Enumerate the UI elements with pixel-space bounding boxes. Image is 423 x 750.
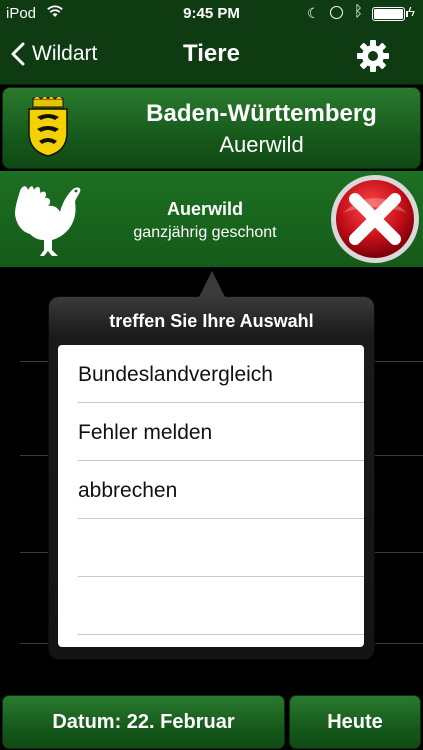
- action-popover: treffen Sie Ihre Auswahl Bundeslandvergl…: [49, 271, 374, 659]
- popover-options: Bundeslandvergleich Fehler melden abbrec…: [58, 345, 364, 647]
- battery-fill: [374, 9, 404, 19]
- do-not-disturb-icon: ☾: [307, 5, 320, 21]
- status-bar: iPod 9:45 PM ☾ ᛒ ϟ: [0, 0, 423, 28]
- option-empty: [78, 519, 364, 577]
- option-bundeslandvergleich[interactable]: Bundeslandvergleich: [78, 345, 364, 403]
- popover-arrow: [199, 271, 225, 297]
- charging-icon: ϟ: [408, 4, 415, 19]
- bluetooth-icon: ᛒ: [354, 3, 364, 20]
- popover-title: treffen Sie Ihre Auswahl: [109, 311, 314, 331]
- today-button[interactable]: Heute: [289, 695, 421, 749]
- battery-icon: [372, 7, 408, 21]
- date-button[interactable]: Datum: 22. Februar: [2, 695, 285, 749]
- option-empty: [78, 577, 364, 635]
- option-fehler-melden[interactable]: Fehler melden: [78, 403, 364, 461]
- coat-of-arms-icon: [28, 97, 68, 157]
- animal-panel: Auerwild ganzjährig geschont: [0, 171, 423, 267]
- state-name: Baden-Württemberg: [146, 100, 377, 127]
- animal-name: Auerwild: [166, 199, 243, 219]
- rotation-lock-icon: [330, 6, 343, 19]
- capercaillie-icon: [15, 186, 81, 256]
- close-icon[interactable]: [329, 173, 421, 265]
- gear-icon[interactable]: [355, 38, 391, 74]
- navigation-bar: Wildart Tiere: [0, 28, 423, 85]
- region-species: Auerwild: [219, 132, 304, 157]
- hunting-season-status: ganzjährig geschont: [133, 224, 277, 241]
- region-panel[interactable]: Baden-Württemberg Auerwild: [2, 87, 421, 169]
- option-abbrechen[interactable]: abbrechen: [78, 461, 364, 519]
